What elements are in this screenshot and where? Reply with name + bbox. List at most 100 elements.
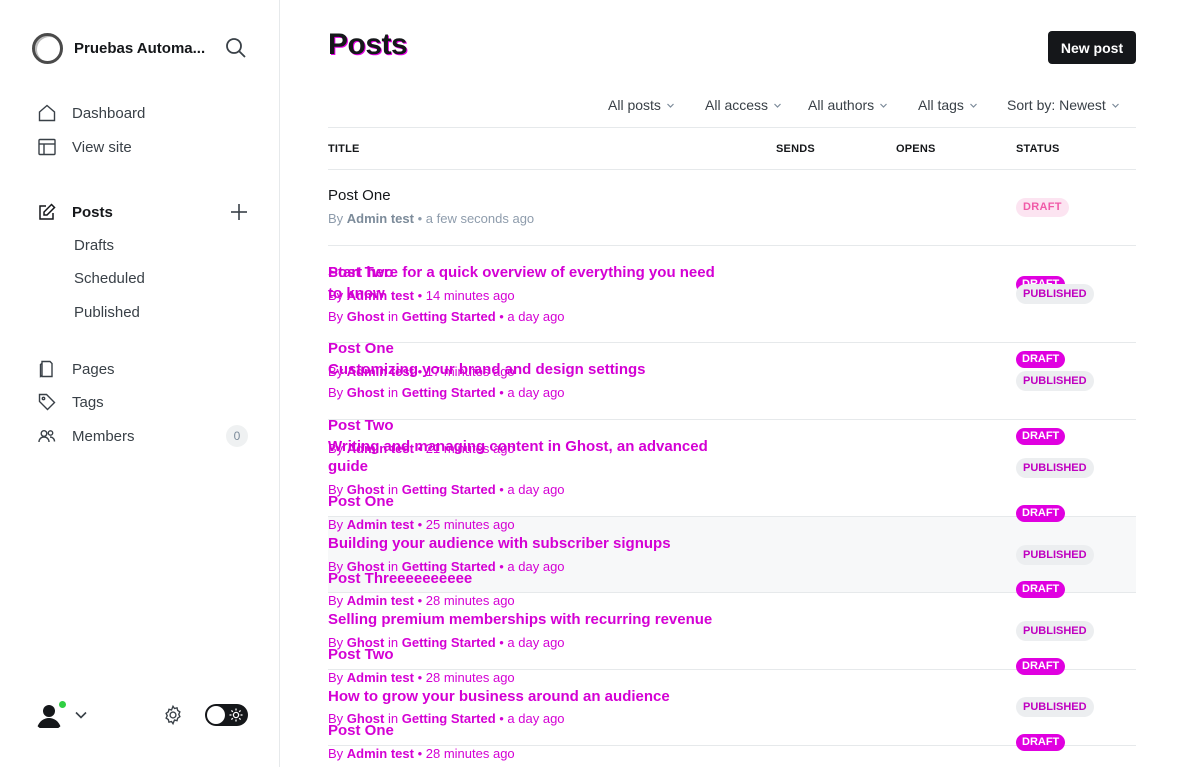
post-title[interactable]: Post One xyxy=(328,340,394,357)
nav-posts-label: Posts xyxy=(72,203,113,221)
post-meta: By Admin test • 25 minutes ago xyxy=(328,517,515,532)
nav-pages[interactable]: Pages xyxy=(38,357,250,381)
column-title: TITLE xyxy=(328,143,360,155)
nav-dashboard[interactable]: Dashboard xyxy=(38,101,250,125)
post-title[interactable]: Selling premium memberships with recurri… xyxy=(328,611,712,628)
post-title[interactable]: Start here for a quick overview of every… xyxy=(328,264,715,281)
post-meta-in: in xyxy=(387,385,399,400)
post-time: • 14 minutes ago xyxy=(417,288,515,303)
status-badge: PUBLISHED xyxy=(1016,371,1094,391)
nav-tags[interactable]: Tags xyxy=(38,390,250,414)
post-author: Admin test xyxy=(346,593,414,608)
post-title[interactable]: Customizing your brand and design settin… xyxy=(328,361,646,378)
chevron-down-icon xyxy=(666,103,674,108)
post-meta: By Ghost in Getting Started • a day ago xyxy=(328,309,565,324)
theme-toggle[interactable] xyxy=(205,704,248,726)
site-name: Pruebas Automa... xyxy=(74,39,206,57)
post-title[interactable]: Building your audience with subscriber s… xyxy=(328,535,671,552)
nav-tags-label: Tags xyxy=(72,393,104,411)
filter-sort-label: Sort by: Newest xyxy=(1007,97,1106,113)
column-sends: SENDS xyxy=(776,143,815,155)
status-badge: DRAFT xyxy=(1016,198,1069,217)
gear-icon[interactable] xyxy=(162,704,184,726)
post-author: Ghost xyxy=(346,559,385,574)
filter-posts-label: All posts xyxy=(608,97,661,113)
chevron-down-icon xyxy=(880,103,888,108)
post-meta: By Ghost in Getting Started • a day ago xyxy=(328,559,565,574)
status-badge: PUBLISHED xyxy=(1016,697,1094,717)
post-time: • 25 minutes ago xyxy=(417,517,515,532)
post-meta: By Ghost in Getting Started • a day ago xyxy=(328,385,565,400)
nav-dashboard-label: Dashboard xyxy=(72,104,146,122)
view-site-icon xyxy=(38,138,56,156)
post-meta-in: in xyxy=(387,635,399,650)
chevron-down-icon xyxy=(969,103,977,108)
post-time: • a day ago xyxy=(499,482,565,497)
post-time: • a day ago xyxy=(499,309,565,324)
post-author: Admin test xyxy=(346,746,414,761)
nav-posts[interactable]: Posts xyxy=(38,200,250,224)
post-time: • 28 minutes ago xyxy=(417,746,515,761)
filter-authors[interactable]: All authors xyxy=(808,95,888,115)
post-meta: By Ghost in Getting Started • a day ago xyxy=(328,711,565,726)
plus-icon[interactable] xyxy=(229,202,249,222)
post-time: • a day ago xyxy=(499,711,565,726)
nav-scheduled[interactable]: Scheduled xyxy=(74,268,145,290)
online-status-dot xyxy=(58,700,67,709)
post-title[interactable]: How to grow your business around an audi… xyxy=(328,688,670,705)
post-author: Ghost xyxy=(346,635,385,650)
theme-toggle-knob xyxy=(207,706,225,724)
divider xyxy=(328,169,1136,170)
post-meta: By Ghost in Getting Started • a day ago xyxy=(328,635,565,650)
post-time: • a few seconds ago xyxy=(417,211,535,226)
status-badge: DRAFT xyxy=(1016,734,1066,751)
new-post-button[interactable]: New post xyxy=(1048,31,1136,64)
chevron-down-icon[interactable] xyxy=(74,708,88,722)
post-meta-in: in xyxy=(387,482,399,497)
divider xyxy=(328,419,1136,420)
page-title: Posts xyxy=(328,28,408,61)
status-badge: DRAFT xyxy=(1016,505,1066,522)
post-meta: By Admin test • 28 minutes ago xyxy=(328,593,515,608)
pages-icon xyxy=(39,360,53,378)
home-icon xyxy=(38,104,56,122)
post-tag: Getting Started xyxy=(401,482,496,497)
post-meta: By Admin test • 28 minutes ago xyxy=(328,746,515,761)
post-title-continued[interactable]: to know xyxy=(328,285,385,302)
post-author: Ghost xyxy=(346,482,385,497)
filter-sort[interactable]: Sort by: Newest xyxy=(1007,95,1120,115)
tag-icon xyxy=(38,393,56,411)
sidebar: Pruebas Automa... Dashboard View site Po… xyxy=(0,0,280,767)
status-badge: PUBLISHED xyxy=(1016,458,1094,478)
chevron-down-icon xyxy=(774,103,781,108)
post-tag: Getting Started xyxy=(401,711,496,726)
filter-access[interactable]: All access xyxy=(705,95,782,115)
nav-members[interactable]: Members xyxy=(38,424,250,448)
nav-drafts[interactable]: Drafts xyxy=(74,235,114,257)
status-badge: DRAFT xyxy=(1016,428,1066,445)
search-icon[interactable] xyxy=(224,36,248,60)
status-badge: PUBLISHED xyxy=(1016,621,1094,641)
post-meta: By Admin test • a few seconds ago xyxy=(328,211,534,226)
post-author: Admin test xyxy=(346,670,414,685)
post-meta-by: By xyxy=(328,309,344,324)
divider xyxy=(328,127,1136,128)
post-tag: Getting Started xyxy=(401,559,496,574)
column-opens: OPENS xyxy=(896,143,936,155)
divider xyxy=(328,342,1136,343)
nav-view-site[interactable]: View site xyxy=(38,135,250,159)
post-title-continued[interactable]: guide xyxy=(328,458,368,475)
nav-published[interactable]: Published xyxy=(74,302,140,324)
post-title[interactable]: Writing and managing content in Ghost, a… xyxy=(328,438,708,455)
filter-tags[interactable]: All tags xyxy=(918,95,978,115)
site-header[interactable]: Pruebas Automa... xyxy=(32,32,248,64)
post-title[interactable]: Post One xyxy=(328,187,391,204)
post-title[interactable]: Post Two xyxy=(328,417,394,434)
column-status: STATUS xyxy=(1016,143,1060,155)
filter-posts[interactable]: All posts xyxy=(608,95,675,115)
members-count-badge: 0 xyxy=(226,425,248,447)
post-meta-by: By xyxy=(328,711,344,726)
post-time: • a day ago xyxy=(499,635,565,650)
post-meta-by: By xyxy=(328,559,344,574)
nav-pages-label: Pages xyxy=(72,360,115,378)
